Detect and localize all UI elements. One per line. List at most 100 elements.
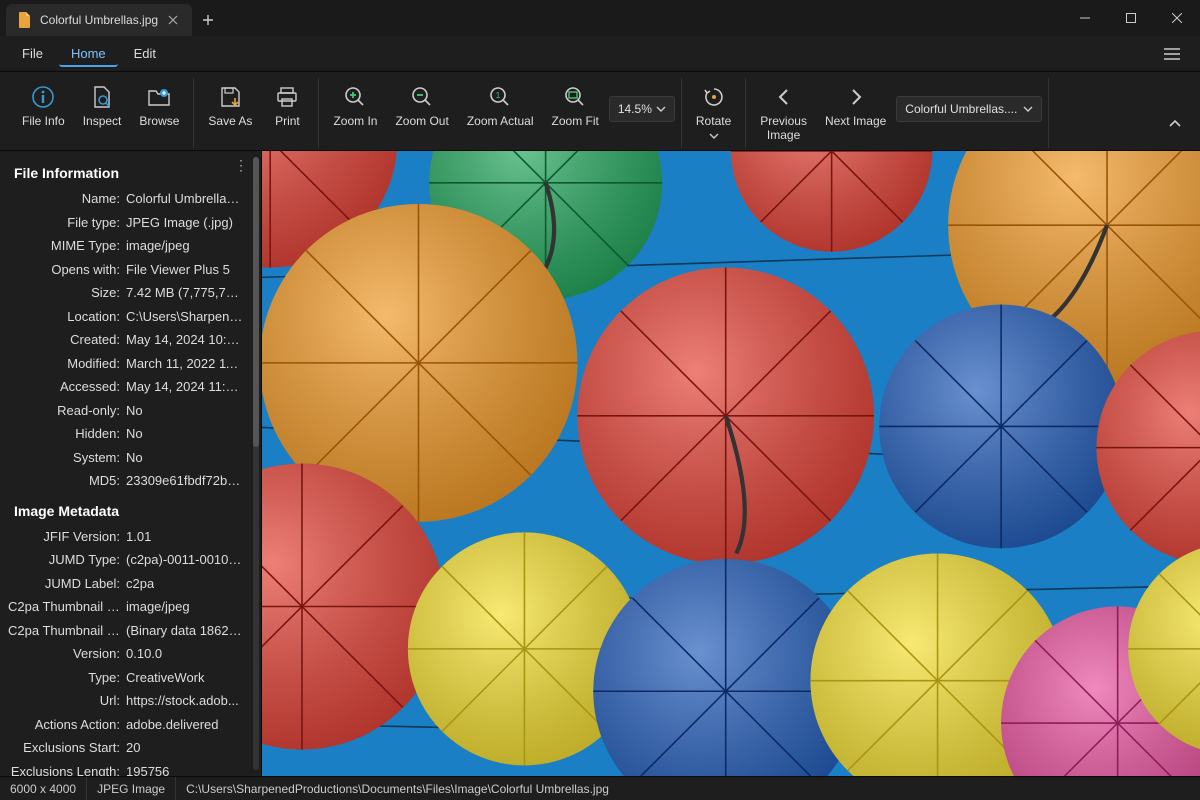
info-value: 195756	[126, 762, 169, 777]
ribbon-group-zoom: Zoom In Zoom Out 1 Zoom Actual Zoom Fit …	[319, 78, 681, 148]
info-key: MIME Type:	[8, 236, 126, 256]
info-key: Url:	[8, 691, 126, 711]
next-image-button[interactable]: Next Image	[817, 78, 894, 148]
zoom-level-value: 14.5%	[618, 102, 652, 116]
info-row: File type:JPEG Image (.jpg)	[0, 211, 261, 235]
info-row: Hidden:No	[0, 422, 261, 446]
file-info-button[interactable]: File Info	[14, 78, 73, 132]
info-key: JFIF Version:	[8, 527, 126, 547]
zoom-in-icon	[342, 84, 368, 110]
ribbon-group-output: Save As Print	[194, 78, 319, 148]
info-value: (c2pa)-0011-0010-...	[126, 550, 243, 570]
menu-file[interactable]: File	[10, 40, 55, 67]
info-key: Read-only:	[8, 401, 126, 421]
info-row: Created:May 14, 2024 10:46 AM	[0, 328, 261, 352]
info-key: C2pa Thumbnail Claim...	[8, 621, 126, 641]
menu-edit[interactable]: Edit	[122, 40, 168, 67]
info-row: Url:https://stock.adob...	[0, 689, 261, 713]
info-value: Colorful Umbrellas.jpg	[126, 189, 243, 209]
zoom-level-dropdown[interactable]: 14.5%	[609, 96, 675, 122]
file-info-list: Name:Colorful Umbrellas.jpgFile type:JPE…	[0, 187, 261, 493]
save-icon	[217, 84, 243, 110]
minimize-button[interactable]	[1062, 0, 1108, 36]
info-key: Exclusions Start:	[8, 738, 126, 758]
info-value: CreativeWork	[126, 668, 205, 688]
info-value: (Binary data 18621...	[126, 621, 243, 641]
info-value: 23309e61fbdf72bf9331a6e...	[126, 471, 243, 491]
info-key: C2pa Thumbnail Claim...	[8, 597, 126, 617]
file-selector-dropdown[interactable]: Colorful Umbrellas....	[896, 96, 1042, 122]
info-row: C2pa Thumbnail Claim...(Binary data 1862…	[0, 619, 261, 643]
info-value: 20	[126, 738, 140, 758]
collapse-ribbon-button[interactable]	[1158, 78, 1192, 148]
info-value: JPEG Image (.jpg)	[126, 213, 233, 233]
info-key: Size:	[8, 283, 126, 303]
info-value: May 14, 2024 11:10 AM	[126, 377, 243, 397]
info-value: No	[126, 448, 143, 468]
menubar: File Home Edit	[0, 36, 1200, 72]
menu-home[interactable]: Home	[59, 40, 118, 67]
maximize-button[interactable]	[1108, 0, 1154, 36]
info-value: c2pa	[126, 574, 154, 594]
save-as-button[interactable]: Save As	[200, 78, 260, 132]
info-value: adobe.delivered	[126, 715, 219, 735]
info-row: Location:C:\Users\SharpenedProdu...	[0, 305, 261, 329]
zoom-out-button[interactable]: Zoom Out	[387, 78, 456, 132]
info-value: File Viewer Plus 5	[126, 260, 230, 280]
sidebar-scrollbar[interactable]	[253, 157, 259, 770]
print-icon	[274, 84, 300, 110]
chevron-down-icon	[656, 106, 666, 112]
info-key: Version:	[8, 644, 126, 664]
zoom-out-icon	[409, 84, 435, 110]
new-tab-button[interactable]	[192, 4, 224, 36]
previous-image-button[interactable]: Previous Image	[752, 78, 815, 148]
info-row: Read-only:No	[0, 399, 261, 423]
info-key: System:	[8, 448, 126, 468]
info-row: Accessed:May 14, 2024 11:10 AM	[0, 375, 261, 399]
info-key: Accessed:	[8, 377, 126, 397]
rotate-button[interactable]: Rotate	[688, 78, 739, 148]
window-controls	[1062, 0, 1200, 36]
statusbar: 6000 x 4000 JPEG Image C:\Users\Sharpene…	[0, 776, 1200, 800]
chevron-down-icon	[1023, 106, 1033, 112]
info-row: JFIF Version:1.01	[0, 525, 261, 549]
browse-button[interactable]: Browse	[131, 78, 187, 132]
info-row: MD5:23309e61fbdf72bf9331a6e...	[0, 469, 261, 493]
info-value: 0.10.0	[126, 644, 162, 664]
info-value: 1.01	[126, 527, 151, 547]
info-value: March 11, 2022 11:07 AM	[126, 354, 243, 374]
tab-close-button[interactable]	[166, 13, 180, 27]
file-icon	[18, 12, 32, 28]
zoom-actual-icon: 1	[487, 84, 513, 110]
file-info-heading: File Information	[0, 155, 261, 187]
close-button[interactable]	[1154, 0, 1200, 36]
image-viewport[interactable]	[262, 151, 1200, 776]
info-value: May 14, 2024 10:46 AM	[126, 330, 243, 350]
chevron-right-icon	[843, 84, 869, 110]
info-row: Exclusions Start:20	[0, 736, 261, 760]
folder-icon	[146, 84, 172, 110]
info-icon	[30, 84, 56, 110]
print-button[interactable]: Print	[262, 78, 312, 132]
zoom-fit-button[interactable]: Zoom Fit	[544, 78, 607, 132]
info-row: Size:7.42 MB (7,775,768 bytes)	[0, 281, 261, 305]
info-sidebar: ⋮ File Information Name:Colorful Umbrell…	[0, 151, 262, 776]
zoom-fit-icon	[562, 84, 588, 110]
image-content	[262, 151, 1200, 776]
inspect-button[interactable]: Inspect	[75, 78, 130, 132]
info-row: JUMD Type:(c2pa)-0011-0010-...	[0, 548, 261, 572]
zoom-in-button[interactable]: Zoom In	[325, 78, 385, 132]
info-key: JUMD Type:	[8, 550, 126, 570]
ribbon-group-rotate: Rotate	[682, 78, 746, 148]
status-dimensions: 6000 x 4000	[0, 777, 87, 800]
file-selector-value: Colorful Umbrellas....	[905, 102, 1017, 116]
hamburger-menu[interactable]	[1154, 42, 1190, 66]
info-key: JUMD Label:	[8, 574, 126, 594]
document-tab[interactable]: Colorful Umbrellas.jpg	[6, 4, 192, 36]
zoom-actual-button[interactable]: 1 Zoom Actual	[459, 78, 542, 132]
info-key: File type:	[8, 213, 126, 233]
info-row: Type:CreativeWork	[0, 666, 261, 690]
info-key: Hidden:	[8, 424, 126, 444]
sidebar-menu-button[interactable]: ⋮	[234, 157, 249, 174]
metadata-list: JFIF Version:1.01JUMD Type:(c2pa)-0011-0…	[0, 525, 261, 777]
